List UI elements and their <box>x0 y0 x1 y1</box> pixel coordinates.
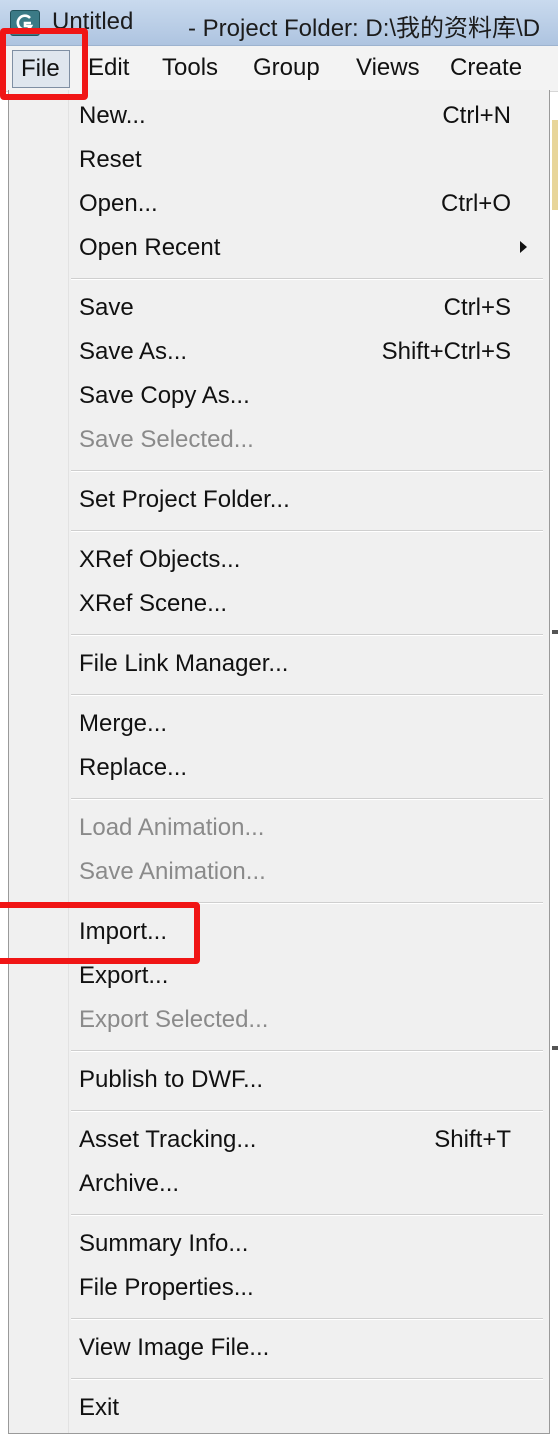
highlight-file-menu <box>0 28 88 100</box>
menu-item-publish-to-dwf[interactable]: Publish to DWF... <box>79 1066 263 1094</box>
shortcut-asset-tracking: Shift+T <box>434 1126 511 1153</box>
menu-separator <box>71 634 543 636</box>
window-edge-fragment <box>552 630 558 634</box>
menu-item-file-properties[interactable]: File Properties... <box>79 1274 254 1302</box>
menu-separator <box>71 798 543 800</box>
menu-item-xref-scene[interactable]: XRef Scene... <box>79 590 227 618</box>
menu-item-asset-tracking[interactable]: Asset Tracking... <box>79 1126 256 1154</box>
menu-item-save[interactable]: Save <box>79 294 134 322</box>
shortcut-save-as: Shift+Ctrl+S <box>381 338 511 365</box>
shortcut-open: Ctrl+O <box>440 190 511 217</box>
menu-icon-gutter <box>9 90 69 1433</box>
menu-separator <box>71 470 543 472</box>
menu-item-load-animation: Load Animation... <box>79 814 265 841</box>
menu-create[interactable]: Create <box>450 54 522 82</box>
menu-item-save-copy-as[interactable]: Save Copy As... <box>79 382 250 410</box>
menu-separator <box>71 1110 543 1112</box>
submenu-arrow-icon <box>520 241 527 253</box>
menu-views[interactable]: Views <box>356 54 420 82</box>
menu-group[interactable]: Group <box>253 54 320 82</box>
shortcut-save: Ctrl+S <box>443 294 511 321</box>
menu-item-save-selected: Save Selected... <box>79 426 254 453</box>
menu-separator <box>71 1378 543 1380</box>
menu-edit[interactable]: Edit <box>88 54 129 82</box>
menu-separator <box>71 1318 543 1320</box>
menu-item-save-animation: Save Animation... <box>79 858 266 885</box>
menu-separator <box>71 1050 543 1052</box>
menu-item-export[interactable]: Export... <box>79 962 168 990</box>
menu-item-xref-objects[interactable]: XRef Objects... <box>79 546 240 574</box>
window-edge-fragment <box>552 120 558 210</box>
menu-separator <box>71 1214 543 1216</box>
menu-item-new[interactable]: New... <box>79 102 146 130</box>
menu-item-save-as[interactable]: Save As... <box>79 338 187 366</box>
menu-item-replace[interactable]: Replace... <box>79 754 187 782</box>
menu-item-view-image-file[interactable]: View Image File... <box>79 1334 269 1362</box>
menu-item-file-link-manager[interactable]: File Link Manager... <box>79 650 288 678</box>
menu-tools[interactable]: Tools <box>162 54 218 82</box>
highlight-import-item <box>0 902 200 964</box>
shortcut-new: Ctrl+N <box>442 102 511 129</box>
file-menu-dropdown: New... Ctrl+N Reset Open... Ctrl+O Open … <box>8 90 550 1434</box>
menu-item-merge[interactable]: Merge... <box>79 710 167 738</box>
menu-item-export-selected: Export Selected... <box>79 1006 269 1033</box>
menu-item-reset[interactable]: Reset <box>79 146 142 174</box>
menu-item-archive[interactable]: Archive... <box>79 1170 179 1198</box>
menu-separator <box>71 694 543 696</box>
menu-item-exit[interactable]: Exit <box>79 1394 119 1422</box>
menu-item-open[interactable]: Open... <box>79 190 158 218</box>
menu-item-open-recent[interactable]: Open Recent <box>79 234 220 262</box>
menu-separator <box>71 278 543 280</box>
window-edge-fragment <box>552 1046 558 1050</box>
project-folder-path: - Project Folder: D:\我的资料库\D <box>188 15 541 42</box>
menu-separator <box>71 530 543 532</box>
menu-item-set-project-folder[interactable]: Set Project Folder... <box>79 486 290 514</box>
menu-item-summary-info[interactable]: Summary Info... <box>79 1230 248 1258</box>
